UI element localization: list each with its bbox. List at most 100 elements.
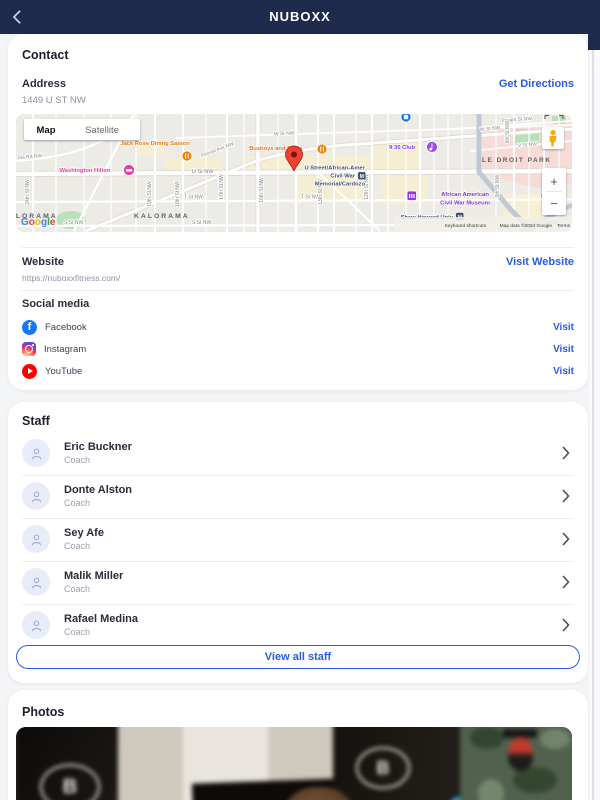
map-data-attribution: Map data ©2024 Google xyxy=(500,222,553,229)
divider xyxy=(22,290,574,291)
youtube-icon xyxy=(22,363,37,379)
person-icon xyxy=(31,448,41,459)
chevron-right-icon xyxy=(562,618,570,632)
divider xyxy=(22,247,574,248)
music-icon-930club[interactable] xyxy=(426,141,438,153)
social-row-youtube: YouTube Visit xyxy=(22,362,574,380)
pegman-control[interactable] xyxy=(542,127,564,149)
staff-row[interactable]: Rafael Medina Coach xyxy=(22,604,574,647)
photos-card: Photos B B xyxy=(8,690,588,800)
poi-ustreet-line2[interactable]: Civil War xyxy=(330,173,357,180)
poi-930club[interactable]: 9:30 Club xyxy=(388,144,416,151)
gym-photo[interactable]: B B xyxy=(16,727,572,800)
social-row-instagram: Instagram Visit xyxy=(22,340,574,358)
business-detail-page: NUBOXX Contact Address Get Directions 14… xyxy=(0,0,600,800)
satellite-toggle-button[interactable]: Satellite xyxy=(85,125,119,136)
staff-role: Coach xyxy=(64,584,91,594)
poi-ustreet-line3[interactable]: Memorial/Cardozo xyxy=(314,181,366,188)
avatar xyxy=(22,568,50,596)
keyboard-shortcuts-link[interactable]: Keyboard shortcuts xyxy=(445,223,487,229)
poi-museum-line1[interactable]: African American xyxy=(440,191,490,198)
google-map[interactable]: ma Rd NW W St NW W St NW V St NW Bryant … xyxy=(16,114,572,232)
avatar xyxy=(22,525,50,553)
google-logo[interactable]: Google xyxy=(21,217,56,228)
staff-row[interactable]: Sey Afe Coach xyxy=(22,518,574,562)
chevron-right-icon xyxy=(562,532,570,546)
svg-text:W St NW: W St NW xyxy=(274,130,295,137)
metro-m-icon: M xyxy=(360,174,364,180)
website-url: https://nuboxxfitness.com/ xyxy=(22,273,121,283)
avatar xyxy=(22,439,50,467)
staff-row[interactable]: Donte Alston Coach xyxy=(22,475,574,519)
contact-heading: Contact xyxy=(22,48,69,62)
contact-card: Contact Address Get Directions 1449 U ST… xyxy=(8,34,588,390)
view-all-staff-button[interactable]: View all staff xyxy=(16,645,580,669)
person-icon xyxy=(31,534,41,545)
staff-name: Donte Alston xyxy=(64,484,133,496)
avatar xyxy=(22,482,50,510)
staff-role: Coach xyxy=(64,498,91,508)
svg-text:18th St NW: 18th St NW xyxy=(175,181,181,207)
restaurant-icon-jackrose[interactable] xyxy=(181,150,193,162)
staff-heading: Staff xyxy=(22,414,50,428)
staff-role: Coach xyxy=(64,455,91,465)
svg-text:6th St NW: 6th St NW xyxy=(505,120,511,143)
transit-icon[interactable] xyxy=(400,114,412,123)
museum-icon[interactable] xyxy=(406,190,417,201)
app-header-extension xyxy=(588,0,600,50)
social-name: YouTube xyxy=(45,365,83,377)
staff-role: Coach xyxy=(64,627,91,637)
visit-website-link[interactable]: Visit Website xyxy=(506,256,574,268)
social-media-heading: Social media xyxy=(22,298,90,310)
staff-row[interactable]: Malik Miller Coach xyxy=(22,561,574,605)
svg-text:24th St NW: 24th St NW xyxy=(25,179,31,205)
staff-row[interactable]: Eric Buckner Coach xyxy=(22,432,574,476)
restaurant-icon-busboys[interactable] xyxy=(316,143,328,155)
poi-museum-line2[interactable]: Civil War Museum xyxy=(439,200,490,207)
svg-text:U St NW: U St NW xyxy=(192,169,214,175)
poi-hilton[interactable]: Washington Hilton xyxy=(59,167,112,174)
terms-link[interactable]: Terms xyxy=(557,223,571,229)
scrollbar[interactable] xyxy=(592,50,594,800)
avatar xyxy=(22,611,50,639)
chevron-right-icon xyxy=(562,446,570,460)
svg-text:LE DROIT PARK: LE DROIT PARK xyxy=(482,157,552,164)
visit-instagram-link[interactable]: Visit xyxy=(553,344,574,355)
staff-role: Coach xyxy=(64,541,91,551)
person-icon xyxy=(31,491,41,502)
staff-card: Staff Eric Buckner Coach Donte Alston Co… xyxy=(8,402,588,683)
map-toggle-button[interactable]: Map xyxy=(37,125,56,136)
zoom-in-button[interactable]: + xyxy=(550,174,558,189)
person-icon xyxy=(31,577,41,588)
address-label: Address xyxy=(22,78,67,90)
right-gutter xyxy=(589,50,600,800)
visit-facebook-link[interactable]: Visit xyxy=(553,322,574,333)
staff-name: Sey Afe xyxy=(64,527,104,539)
page-title: NUBOXX xyxy=(269,9,331,24)
staff-name: Malik Miller xyxy=(64,570,124,582)
svg-text:17th St NW: 17th St NW xyxy=(219,174,225,200)
person-icon xyxy=(31,620,41,631)
get-directions-link[interactable]: Get Directions xyxy=(499,78,574,90)
staff-name: Rafael Medina xyxy=(64,613,138,625)
svg-text:S St NW: S St NW xyxy=(192,220,211,226)
poi-ustreet-line1[interactable]: U Street/African-Amer xyxy=(304,165,367,172)
website-label: Website xyxy=(22,256,64,268)
chevron-right-icon xyxy=(562,489,570,503)
social-name: Facebook xyxy=(45,321,87,333)
zoom-out-button[interactable]: − xyxy=(550,196,558,211)
svg-text:T St NW: T St NW xyxy=(184,195,203,201)
staff-name: Eric Buckner xyxy=(64,441,132,453)
instagram-icon xyxy=(22,342,36,356)
svg-text:9th St NW: 9th St NW xyxy=(495,174,501,197)
photos-heading: Photos xyxy=(22,705,65,719)
hotel-icon-hilton[interactable] xyxy=(123,164,135,176)
svg-text:19th St NW: 19th St NW xyxy=(147,181,153,207)
chevron-right-icon xyxy=(562,575,570,589)
facebook-icon: f xyxy=(22,319,37,335)
visit-youtube-link[interactable]: Visit xyxy=(553,366,574,377)
gym-photo-content: B B xyxy=(16,727,572,800)
social-row-facebook: f Facebook Visit xyxy=(22,318,574,336)
address-value: 1449 U ST NW xyxy=(22,95,86,106)
poi-jackrose[interactable]: Jack Rose Dining Saloon xyxy=(120,140,191,147)
